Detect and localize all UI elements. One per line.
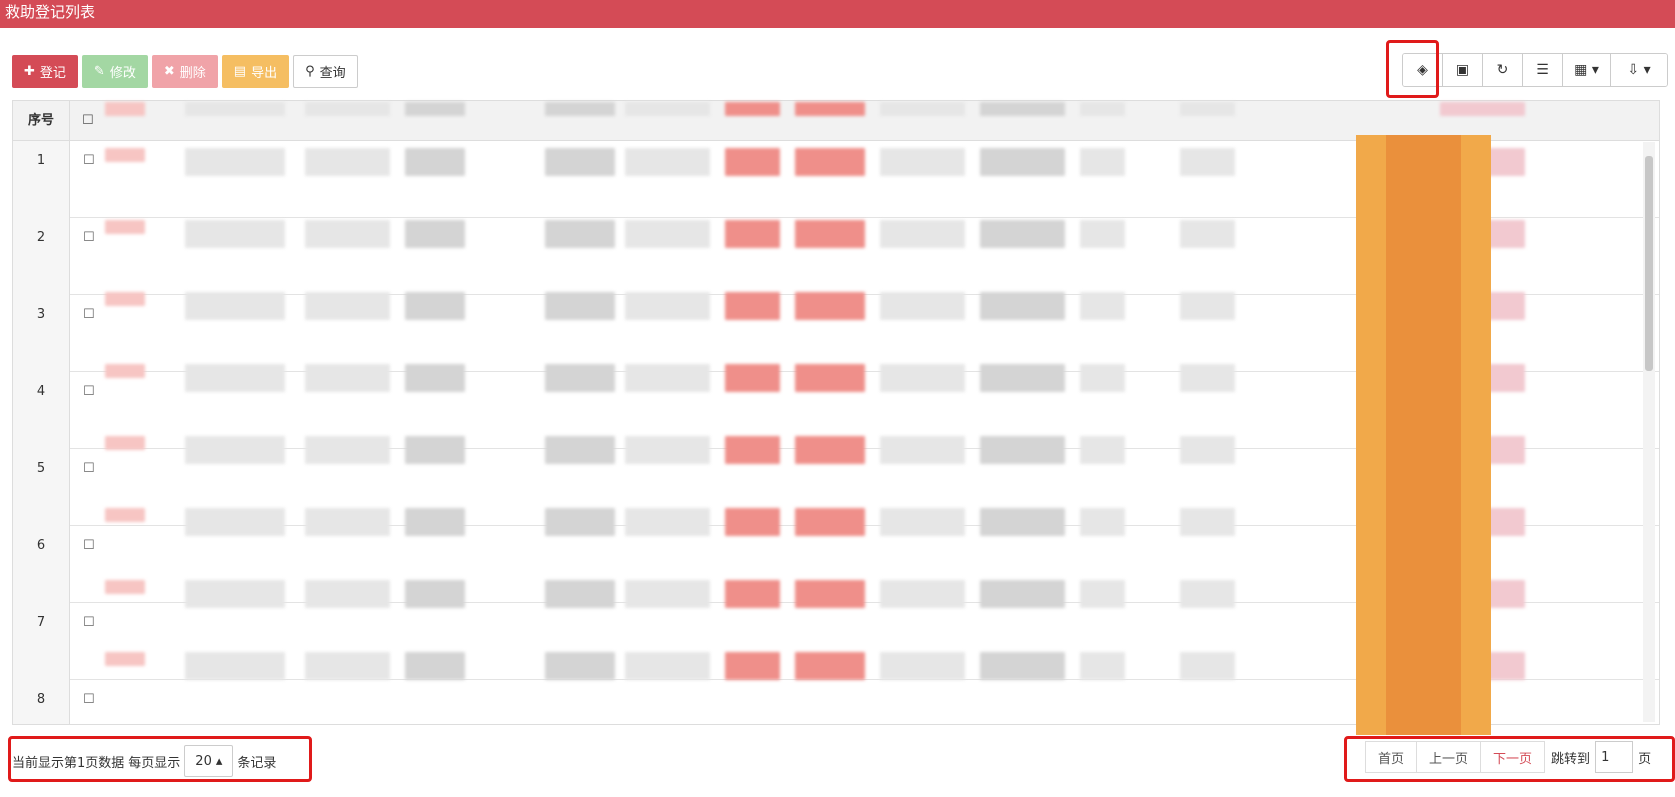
per-page-suffix: 条记录 bbox=[237, 755, 277, 771]
page-info: 当前显示第1页数据 每页显示 20 ▴ 条记录 bbox=[12, 740, 276, 782]
collapse-button[interactable]: ▣ bbox=[1443, 54, 1483, 86]
row-checkbox[interactable]: ☐ bbox=[83, 538, 95, 553]
columns-button[interactable]: ▦ ▾ bbox=[1563, 54, 1611, 86]
table-row[interactable]: 3 ☐ bbox=[13, 295, 1659, 372]
page-size-select[interactable]: 20 ▴ bbox=[184, 745, 234, 777]
table-header: 序号 ☐ bbox=[13, 101, 1659, 141]
table-row[interactable]: 7 ☐ bbox=[13, 603, 1659, 680]
edit-button[interactable]: ✎ 修改 bbox=[81, 55, 148, 88]
eye-slash-icon: ◈ bbox=[1417, 62, 1428, 78]
row-index: 3 bbox=[13, 295, 70, 372]
row-checkbox[interactable]: ☐ bbox=[83, 230, 95, 245]
export-label: 导出 bbox=[251, 66, 278, 81]
select-all-checkbox[interactable]: ☐ bbox=[71, 101, 101, 141]
row-index: 4 bbox=[13, 372, 70, 449]
per-page-prefix: 每页显示 bbox=[128, 755, 181, 771]
delete-button[interactable]: ✖ 删除 bbox=[151, 55, 218, 88]
row-checkbox[interactable]: ☐ bbox=[83, 692, 95, 707]
page-title: 救助登记列表 bbox=[0, 0, 1675, 28]
header-index: 序号 bbox=[13, 101, 70, 141]
row-checkbox[interactable]: ☐ bbox=[83, 461, 95, 476]
toggle-view-button[interactable]: ☰ bbox=[1523, 54, 1563, 86]
jump-label: 跳转到 bbox=[1551, 751, 1591, 767]
toggle-visibility-button[interactable]: ◈ bbox=[1403, 54, 1443, 86]
current-page-text: 当前显示第1页数据 bbox=[12, 755, 125, 771]
row-index: 5 bbox=[13, 449, 70, 526]
refresh-button[interactable]: ↻ bbox=[1483, 54, 1523, 86]
page-unit: 页 bbox=[1638, 751, 1652, 767]
table-tools: ◈ ▣ ↻ ☰ ▦ ▾ ⇩ ▾ bbox=[1402, 53, 1668, 87]
row-index: 6 bbox=[13, 526, 70, 603]
row-index: 8 bbox=[13, 680, 70, 724]
vertical-scrollbar[interactable] bbox=[1643, 142, 1655, 722]
scrollbar-thumb[interactable] bbox=[1645, 156, 1653, 371]
export-menu-button[interactable]: ⇩ ▾ bbox=[1611, 54, 1667, 86]
row-checkbox[interactable]: ☐ bbox=[83, 615, 95, 630]
row-index: 2 bbox=[13, 218, 70, 295]
export-button[interactable]: ▤ 导出 bbox=[221, 55, 290, 88]
action-toolbar: ✚ 登记 ✎ 修改 ✖ 删除 ▤ 导出 ⚲ 查询 bbox=[12, 55, 358, 88]
row-checkbox[interactable]: ☐ bbox=[83, 153, 95, 168]
refresh-icon: ↻ bbox=[1496, 62, 1509, 78]
pagination: 首页 上一页 下一页 跳转到 1 页 bbox=[1365, 741, 1651, 773]
register-label: 登记 bbox=[39, 66, 66, 81]
collapse-icon: ▣ bbox=[1455, 62, 1470, 78]
caret-up-icon: ▴ bbox=[215, 753, 223, 769]
plus-icon: ✚ bbox=[24, 64, 35, 79]
search-label: 查询 bbox=[319, 66, 346, 81]
page-size-value: 20 bbox=[195, 753, 212, 769]
table-row[interactable]: 1 ☐ bbox=[13, 141, 1659, 218]
table-row[interactable]: 8 ☐ bbox=[13, 680, 1659, 724]
row-index: 1 bbox=[13, 141, 70, 218]
search-icon: ⚲ bbox=[305, 64, 315, 79]
row-checkbox[interactable]: ☐ bbox=[83, 307, 95, 322]
edit-icon: ✎ bbox=[93, 64, 105, 79]
list-icon: ☰ bbox=[1536, 62, 1549, 78]
jump-page-input[interactable]: 1 bbox=[1595, 741, 1634, 773]
export-file-icon: ▤ bbox=[233, 64, 247, 79]
prev-page-button[interactable]: 上一页 bbox=[1416, 741, 1482, 773]
table-row[interactable]: 6 ☐ bbox=[13, 526, 1659, 603]
data-table: 序号 ☐ 1 ☐ 2 ☐ 3 ☐ 4 ☐ 5 ☐ 6 ☐ 7 ☐ 8 ☐ bbox=[12, 100, 1660, 725]
next-page-button[interactable]: 下一页 bbox=[1480, 741, 1546, 773]
edit-label: 修改 bbox=[109, 66, 136, 81]
search-button[interactable]: ⚲ 查询 bbox=[293, 55, 358, 88]
delete-label: 删除 bbox=[179, 66, 206, 81]
first-page-button[interactable]: 首页 bbox=[1365, 741, 1418, 773]
jump-to-page: 跳转到 1 页 bbox=[1551, 741, 1651, 773]
grid-icon: ▦ ▾ bbox=[1574, 62, 1599, 78]
close-icon: ✖ bbox=[163, 64, 175, 79]
download-icon: ⇩ ▾ bbox=[1627, 62, 1651, 78]
table-row[interactable]: 5 ☐ bbox=[13, 449, 1659, 526]
table-row[interactable]: 2 ☐ bbox=[13, 218, 1659, 295]
row-checkbox[interactable]: ☐ bbox=[83, 384, 95, 399]
table-row[interactable]: 4 ☐ bbox=[13, 372, 1659, 449]
row-index: 7 bbox=[13, 603, 70, 680]
register-button[interactable]: ✚ 登记 bbox=[12, 55, 78, 88]
